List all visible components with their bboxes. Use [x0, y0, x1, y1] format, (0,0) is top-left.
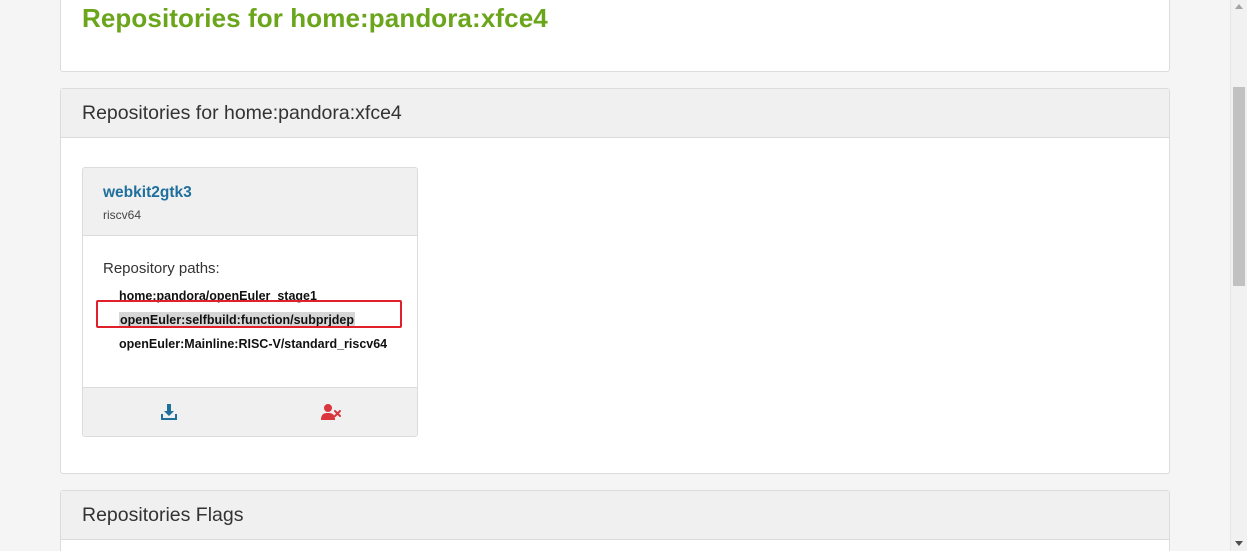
page-viewport: Repositories for home:pandora:xfce4 Repo…: [0, 0, 1247, 551]
repository-path-item: openEuler:Mainline:RISC-V/standard_riscv…: [119, 332, 417, 356]
user-remove-icon[interactable]: [320, 402, 341, 422]
repository-paths-label: Repository paths:: [103, 260, 220, 277]
repository-path-item: openEuler:selfbuild:function/subprjdep: [119, 308, 417, 332]
title-card: Repositories for home:pandora:xfce4: [60, 0, 1170, 72]
repositories-flags-header: Repositories Flags: [61, 491, 1169, 540]
repository-card-body: Repository paths: home:pandora/openEuler…: [83, 236, 417, 388]
repository-name-link[interactable]: webkit2gtk3: [103, 184, 417, 202]
repositories-card: Repositories for home:pandora:xfce4 webk…: [60, 88, 1170, 474]
repository-path-text-highlighted: openEuler:selfbuild:function/subprjdep: [119, 312, 356, 328]
scroll-down-arrow-icon[interactable]: [1235, 541, 1243, 546]
repository-paths-list: home:pandora/openEuler_stage1 openEuler:…: [103, 284, 417, 356]
repositories-flags-card: Repositories Flags: [60, 490, 1170, 551]
repository-card-footer: [83, 387, 417, 436]
repository-card-header: webkit2gtk3 riscv64: [83, 168, 417, 236]
page-title: Repositories for home:pandora:xfce4: [82, 3, 548, 33]
repository-path-text: openEuler:Mainline:RISC-V/standard_riscv…: [119, 337, 388, 351]
download-icon[interactable]: [159, 402, 179, 422]
repository-path-item: home:pandora/openEuler_stage1: [119, 284, 417, 308]
repository-card: webkit2gtk3 riscv64 Repository paths: ho…: [82, 167, 418, 437]
repository-path-text: home:pandora/openEuler_stage1: [119, 289, 317, 303]
vertical-scrollbar[interactable]: [1230, 0, 1247, 551]
repository-arch: riscv64: [103, 208, 142, 222]
repositories-card-header: Repositories for home:pandora:xfce4: [61, 89, 1169, 138]
scroll-up-arrow-icon[interactable]: [1235, 4, 1243, 9]
scrollbar-thumb[interactable]: [1233, 87, 1245, 286]
